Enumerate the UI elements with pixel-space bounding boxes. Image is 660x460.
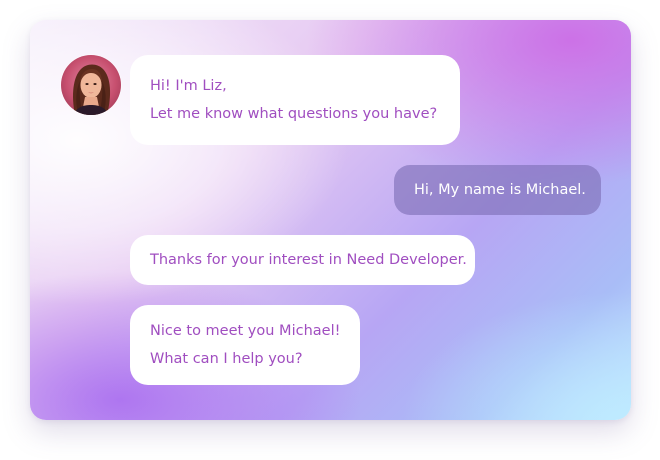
message-line: Thanks for your interest in Need Develop… <box>150 252 467 268</box>
agent-message-bubble: Hi! I'm Liz, Let me know what questions … <box>130 55 460 145</box>
message-line: Nice to meet you Michael! <box>150 323 341 339</box>
chat-card: Hi! I'm Liz, Let me know what questions … <box>30 20 631 420</box>
message-line: Hi, My name is Michael. <box>414 182 586 198</box>
message-line: What can I help you? <box>150 351 303 367</box>
agent-avatar <box>61 55 121 115</box>
person-portrait-icon <box>73 64 111 115</box>
user-message-bubble: Hi, My name is Michael. <box>394 165 601 215</box>
message-line: Hi! I'm Liz, <box>150 78 227 94</box>
message-line: Let me know what questions you have? <box>150 106 438 122</box>
agent-message-bubble: Nice to meet you Michael! What can I hel… <box>130 305 360 385</box>
agent-message-bubble: Thanks for your interest in Need Develop… <box>130 235 475 285</box>
